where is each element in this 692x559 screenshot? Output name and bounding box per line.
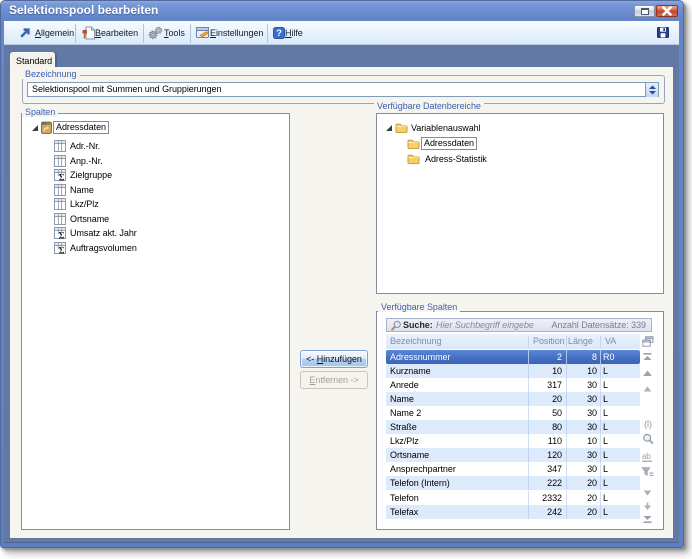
svg-text:?: ?	[276, 28, 282, 39]
svg-text:ab: ab	[642, 452, 651, 461]
